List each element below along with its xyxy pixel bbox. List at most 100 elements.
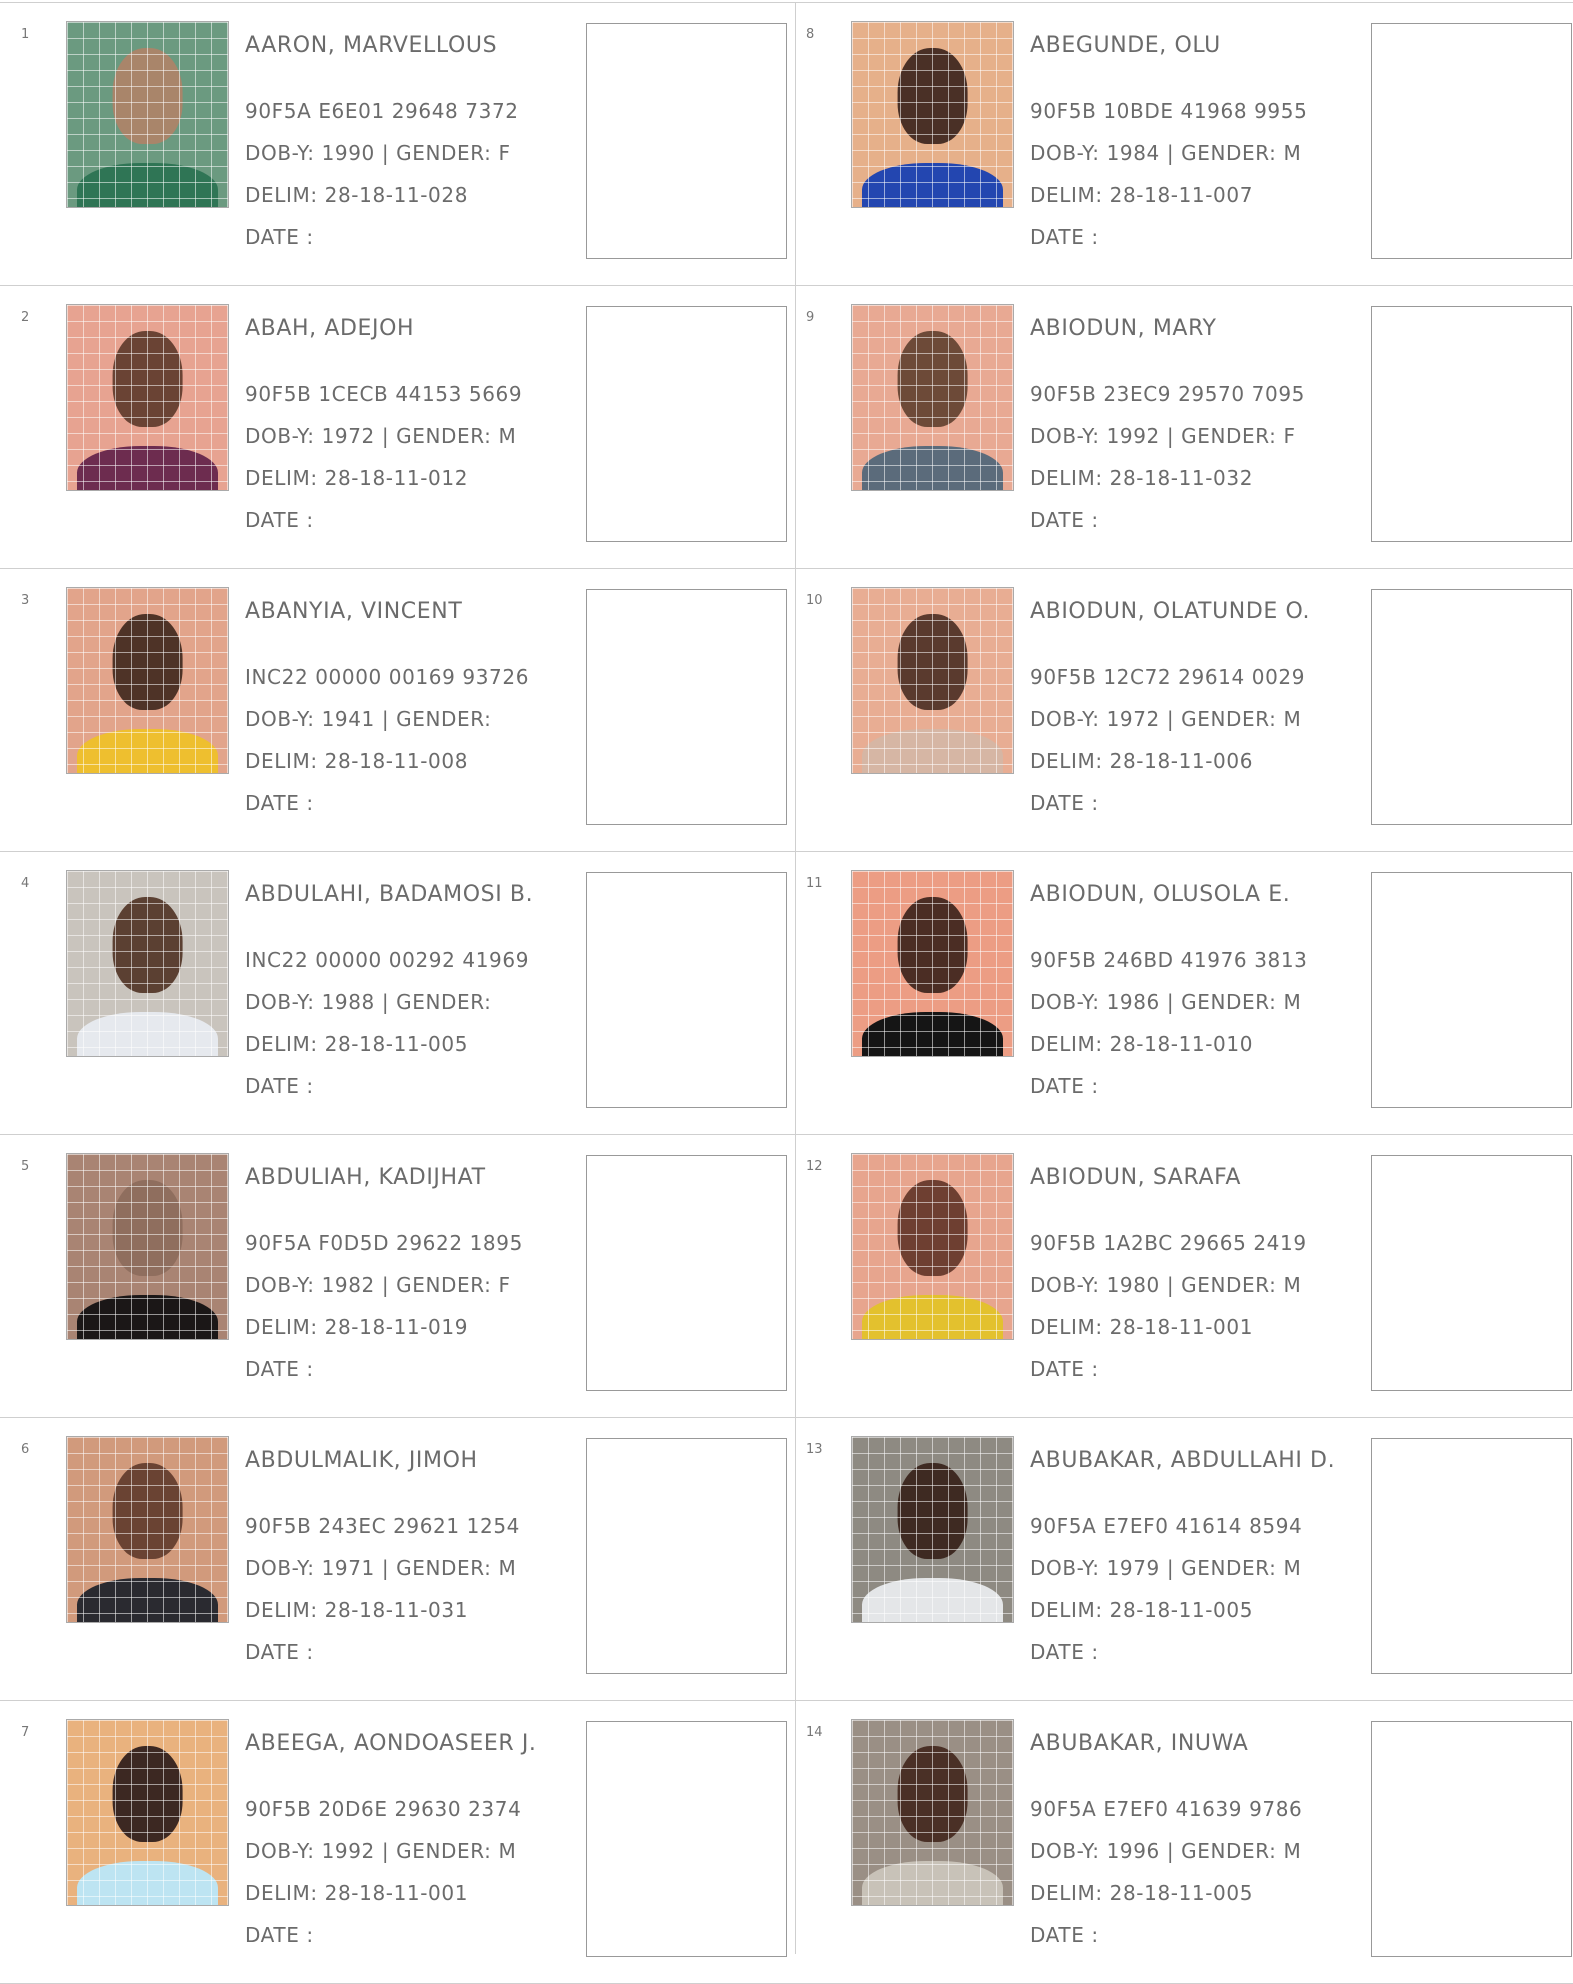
photo-watermark-grid [67, 1720, 228, 1905]
photo-watermark-grid [852, 1437, 1013, 1622]
gender-value: F [498, 1273, 511, 1297]
dob-label: DOB-Y: [245, 1839, 315, 1863]
delim-label: DELIM: [245, 1881, 318, 1905]
photo-watermark-grid [852, 22, 1013, 207]
thumbprint-box [586, 1721, 787, 1957]
voter-photo [66, 1436, 229, 1623]
dob-value: 1980 [1106, 1273, 1160, 1297]
delim-value: 28-18-11-005 [324, 1032, 469, 1056]
voter-entry: 1 AARON, MARVELLOUS 90F5A E6E01 29648 73… [0, 2, 790, 285]
voter-name: ABUBAKAR, INUWA [1030, 1731, 1249, 1756]
voter-dob-gender: DOB-Y: 1992 | GENDER: M [245, 1839, 516, 1863]
voter-entry: 14 ABUBAKAR, INUWA 90F5A E7EF0 41639 978… [785, 1700, 1573, 1983]
thumbprint-box [586, 1438, 787, 1674]
gender-label: | GENDER: [381, 707, 492, 731]
voter-delim: DELIM: 28-18-11-005 [245, 1032, 468, 1056]
voter-dob-gender: DOB-Y: 1988 | GENDER: [245, 990, 492, 1014]
entry-number: 9 [806, 310, 815, 325]
dob-value: 1988 [321, 990, 375, 1014]
photo-watermark-grid [67, 1437, 228, 1622]
dob-value: 1992 [321, 1839, 375, 1863]
voter-name: ABDULIAH, KADIJHAT [245, 1165, 486, 1190]
date-label: DATE : [245, 791, 314, 815]
dob-label: DOB-Y: [1030, 1556, 1100, 1580]
voter-photo [851, 1436, 1014, 1623]
delim-value: 28-18-11-028 [324, 183, 469, 207]
gender-label: | GENDER: [381, 1273, 492, 1297]
dob-label: DOB-Y: [1030, 141, 1100, 165]
entry-number: 3 [21, 593, 30, 608]
voter-entry: 2 ABAH, ADEJOH 90F5B 1CECB 44153 5669 DO… [0, 285, 790, 568]
voter-dob-gender: DOB-Y: 1971 | GENDER: M [245, 1556, 516, 1580]
delim-value: 28-18-11-001 [1109, 1315, 1254, 1339]
dob-value: 1990 [321, 141, 375, 165]
voter-date: DATE : [1030, 1923, 1099, 1947]
voter-dob-gender: DOB-Y: 1996 | GENDER: M [1030, 1839, 1301, 1863]
delim-label: DELIM: [1030, 1598, 1103, 1622]
voter-photo [66, 870, 229, 1057]
voter-date: DATE : [245, 1357, 314, 1381]
gender-label: | GENDER: [381, 1556, 492, 1580]
thumbprint-box [586, 306, 787, 542]
photo-watermark-grid [67, 871, 228, 1056]
thumbprint-box [586, 1155, 787, 1391]
dob-label: DOB-Y: [245, 990, 315, 1014]
gender-value: F [1283, 424, 1296, 448]
voter-date: DATE : [245, 791, 314, 815]
date-label: DATE : [245, 225, 314, 249]
voter-date: DATE : [1030, 508, 1099, 532]
date-label: DATE : [245, 1640, 314, 1664]
gender-label: | GENDER: [1166, 141, 1277, 165]
voter-delim: DELIM: 28-18-11-001 [1030, 1315, 1253, 1339]
voter-entry: 4 ABDULAHI, BADAMOSI B. INC22 00000 0029… [0, 851, 790, 1134]
delim-value: 28-18-11-031 [324, 1598, 469, 1622]
gender-value: M [1283, 1556, 1302, 1580]
voter-vin: 90F5A E7EF0 41639 9786 [1030, 1797, 1303, 1821]
voter-photo [851, 21, 1014, 208]
date-label: DATE : [1030, 508, 1099, 532]
voter-name: ABIODUN, OLATUNDE O. [1030, 599, 1311, 624]
entry-number: 6 [21, 1442, 30, 1457]
photo-watermark-grid [67, 1154, 228, 1339]
thumbprint-box [1371, 306, 1572, 542]
voter-name: AARON, MARVELLOUS [245, 33, 498, 58]
thumbprint-box [1371, 1721, 1572, 1957]
photo-watermark-grid [67, 22, 228, 207]
dob-label: DOB-Y: [1030, 424, 1100, 448]
delim-value: 28-18-11-005 [1109, 1598, 1254, 1622]
voter-vin: INC22 00000 00169 93726 [245, 665, 530, 689]
voter-vin: 90F5A E7EF0 41614 8594 [1030, 1514, 1303, 1538]
voter-vin: 90F5B 1A2BC 29665 2419 [1030, 1231, 1307, 1255]
gender-label: | GENDER: [1166, 1273, 1277, 1297]
thumbprint-box [586, 589, 787, 825]
gender-value: M [498, 1839, 517, 1863]
gender-label: | GENDER: [1166, 1839, 1277, 1863]
voter-photo [851, 304, 1014, 491]
date-label: DATE : [1030, 225, 1099, 249]
voter-delim: DELIM: 28-18-11-008 [245, 749, 468, 773]
entry-number: 11 [806, 876, 823, 891]
voter-entry: 8 ABEGUNDE, OLU 90F5B 10BDE 41968 9955 D… [785, 2, 1573, 285]
voter-entry: 9 ABIODUN, MARY 90F5B 23EC9 29570 7095 D… [785, 285, 1573, 568]
thumbprint-box [1371, 589, 1572, 825]
entry-number: 1 [21, 27, 30, 42]
voter-dob-gender: DOB-Y: 1941 | GENDER: [245, 707, 492, 731]
delim-label: DELIM: [1030, 1032, 1103, 1056]
voter-photo [66, 21, 229, 208]
voter-entry: 6 ABDULMALIK, JIMOH 90F5B 243EC 29621 12… [0, 1417, 790, 1700]
gender-value: M [1283, 990, 1302, 1014]
voter-photo [851, 1719, 1014, 1906]
thumbprint-box [1371, 872, 1572, 1108]
dob-value: 1972 [1106, 707, 1160, 731]
voter-dob-gender: DOB-Y: 1980 | GENDER: M [1030, 1273, 1301, 1297]
voter-photo [66, 304, 229, 491]
voter-date: DATE : [245, 1640, 314, 1664]
gender-label: | GENDER: [1166, 707, 1277, 731]
voter-dob-gender: DOB-Y: 1982 | GENDER: F [245, 1273, 511, 1297]
delim-value: 28-18-11-007 [1109, 183, 1254, 207]
voter-date: DATE : [1030, 225, 1099, 249]
photo-watermark-grid [852, 1720, 1013, 1905]
gender-value: M [1283, 707, 1302, 731]
delim-label: DELIM: [245, 1598, 318, 1622]
dob-value: 1986 [1106, 990, 1160, 1014]
